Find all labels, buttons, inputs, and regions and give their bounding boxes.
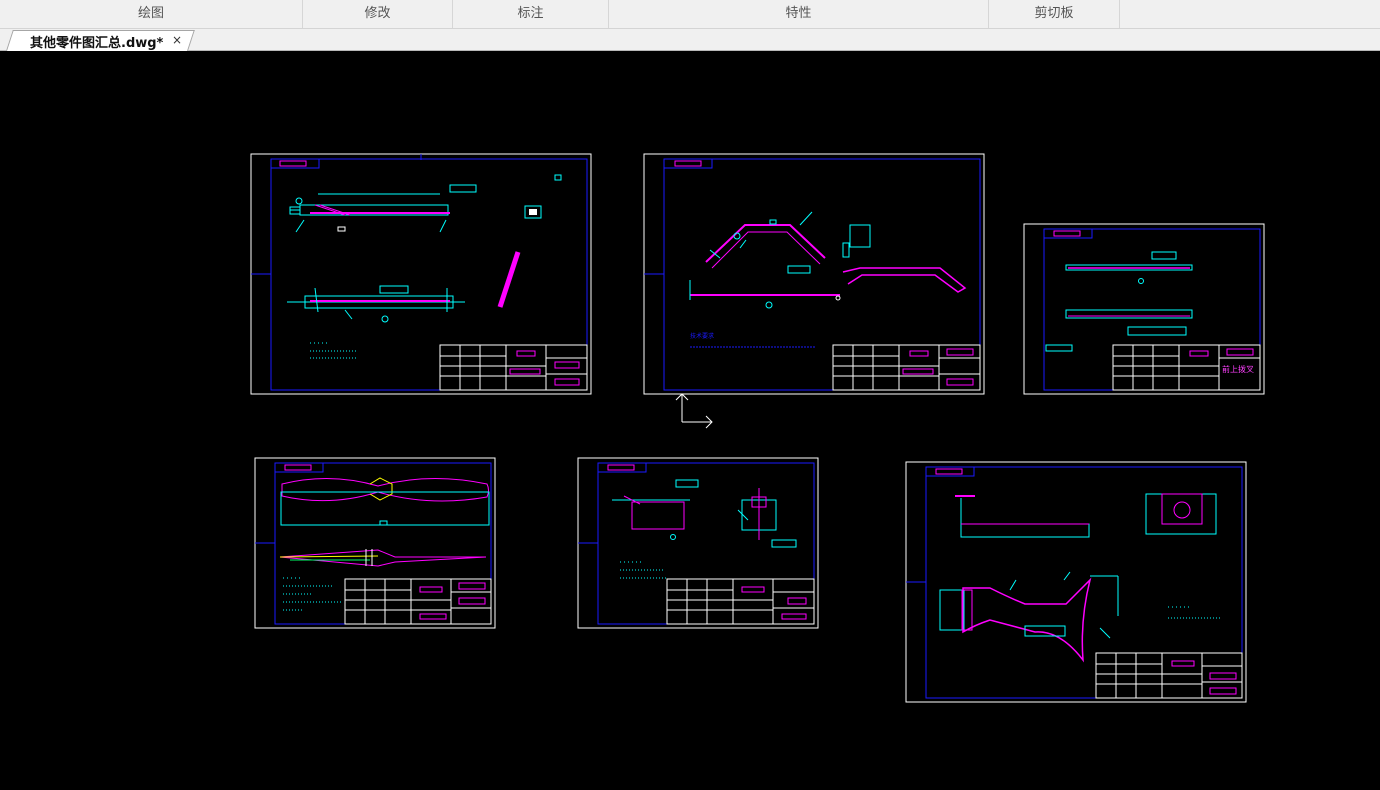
part-drawing-shaft — [289, 174, 562, 233]
technical-notes-2: 技术要求 — [690, 332, 816, 348]
svg-text:前上拨叉: 前上拨叉 — [1222, 364, 1254, 374]
technical-notes-4 — [283, 577, 343, 611]
drawing-sheet-4[interactable] — [254, 457, 496, 629]
part-drawing-fork — [939, 493, 1217, 663]
title-block-5 — [666, 578, 815, 625]
technical-notes-5 — [620, 561, 666, 579]
title-block-4 — [344, 578, 492, 625]
part-drawing-lever — [279, 477, 490, 567]
title-block-1 — [439, 344, 588, 391]
document-tab-bar: 其他零件图汇总.dwg* × — [0, 29, 1380, 51]
title-block-6 — [1095, 652, 1243, 699]
part-drawing-block — [612, 479, 797, 548]
ribbon-group-annotate[interactable]: 标注 — [453, 0, 609, 28]
title-block-3: 前上拨叉 — [1112, 344, 1261, 391]
part-drawing-rod — [287, 251, 521, 323]
drawing-canvas[interactable]: 技术要求 前上拨叉 — [0, 51, 1380, 790]
ucs-icon — [675, 393, 713, 429]
ribbon-group-clipboard[interactable]: 剪切板 — [989, 0, 1120, 28]
drawing-sheet-6[interactable] — [905, 461, 1247, 703]
title-block-2 — [832, 344, 981, 391]
document-tab-title[interactable]: 其他零件图汇总.dwg* — [30, 32, 163, 51]
svg-text:技术要求: 技术要求 — [690, 332, 714, 340]
part-drawing-bracket — [689, 211, 967, 309]
technical-notes-6 — [1168, 606, 1220, 619]
part-drawing-plate — [1045, 251, 1193, 352]
drawing-sheet-3[interactable]: 前上拨叉 — [1023, 223, 1265, 395]
ribbon-group-modify[interactable]: 修改 — [303, 0, 453, 28]
drawing-sheet-5[interactable] — [577, 457, 819, 629]
close-icon[interactable]: × — [172, 33, 182, 47]
model-space: 技术要求 前上拨叉 — [250, 153, 1265, 703]
drawing-sheet-2[interactable]: 技术要求 — [643, 153, 985, 395]
drawing-sheet-1[interactable] — [250, 153, 592, 395]
technical-notes-1 — [310, 342, 356, 359]
ribbon-panel-bar: 绘图 修改 标注 特性 剪切板 — [0, 0, 1380, 29]
ribbon-group-draw[interactable]: 绘图 — [0, 0, 303, 28]
ribbon-group-properties[interactable]: 特性 — [609, 0, 989, 28]
